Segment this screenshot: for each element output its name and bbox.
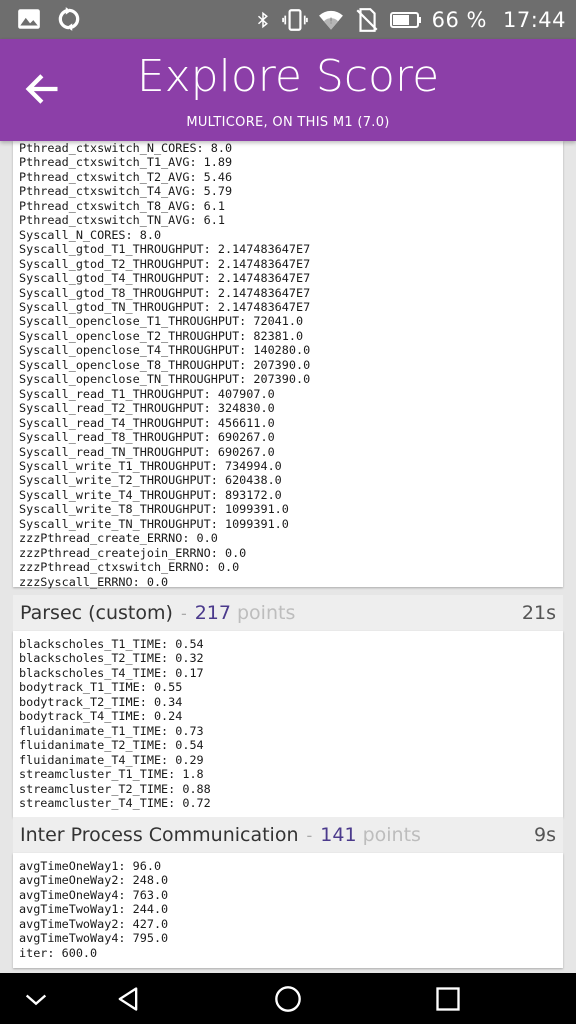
section-duration: 9s xyxy=(534,824,556,846)
result-line: blackscholes_T4_TIME: 0.17 xyxy=(19,665,204,680)
result-line: Pthread_ctxswitch_N_CORES: 8.0 xyxy=(19,141,233,155)
result-line: Syscall_openclose_T2_THROUGHPUT: 82381.0 xyxy=(19,328,304,343)
section-score: 217 xyxy=(194,602,231,624)
results-list: blackscholes_T1_TIME: 0.54 blackscholes_T… xyxy=(13,631,563,810)
result-line: zzzPthread_create_ERRNO: 0.0 xyxy=(19,531,218,546)
bluetooth-icon xyxy=(254,7,272,33)
result-line: bodytrack_T4_TIME: 0.24 xyxy=(19,709,183,724)
section-separator: - xyxy=(180,603,187,623)
section-title: Inter Process Communication xyxy=(20,824,299,846)
section-header-ipc[interactable]: Inter Process Communication - 141 points… xyxy=(13,817,563,853)
nav-back-button[interactable] xyxy=(114,985,142,1013)
result-line: blackscholes_T1_TIME: 0.54 xyxy=(19,637,204,651)
result-line: Syscall_read_T2_THROUGHPUT: 324830.0 xyxy=(19,401,275,416)
nav-down-icon xyxy=(25,994,47,1006)
result-line: Syscall_gtod_TN_THROUGHPUT: 2.147483647E… xyxy=(19,299,311,314)
result-line: Syscall_gtod_T2_THROUGHPUT: 2.147483647E… xyxy=(19,256,311,271)
result-line: Pthread_ctxswitch_T2_AVG: 5.46 xyxy=(19,169,233,184)
result-line: zzzSyscall_ERRNO: 0.0 xyxy=(19,574,169,589)
result-line: avgTimeTwoWay2: 427.0 xyxy=(19,916,169,931)
result-line: blackscholes_T2_TIME: 0.32 xyxy=(19,651,204,666)
result-line: Syscall_write_TN_THROUGHPUT: 1099391.0 xyxy=(19,516,289,531)
result-line: zzzPthread_ctxswitch_ERRNO: 0.0 xyxy=(19,560,240,575)
app-bar: Explore Score MULTICORE, ON THIS M1 (7.0… xyxy=(0,39,576,141)
no-sim-icon xyxy=(354,7,380,33)
result-line: fluidanimate_T2_TIME: 0.54 xyxy=(19,738,204,753)
result-line: Syscall_read_T8_THROUGHPUT: 690267.0 xyxy=(19,430,275,445)
battery-percent: 66 % xyxy=(431,8,487,32)
section-title: Parsec (custom) xyxy=(20,602,173,624)
result-line: Syscall_read_TN_THROUGHPUT: 690267.0 xyxy=(19,444,275,459)
results-list: Pthread_ctxswitch_N_CORES: 8.0 Pthread_ct… xyxy=(13,141,563,589)
result-line: Syscall_read_T4_THROUGHPUT: 456611.0 xyxy=(19,415,275,430)
result-line: streamcluster_T4_TIME: 0.72 xyxy=(19,795,211,810)
result-line: Syscall_write_T8_THROUGHPUT: 1099391.0 xyxy=(19,502,289,517)
result-line: Pthread_ctxswitch_TN_AVG: 6.1 xyxy=(19,213,225,228)
results-card-parsec: blackscholes_T1_TIME: 0.54 blackscholes_T… xyxy=(13,631,563,817)
result-line: Syscall_openclose_T8_THROUGHPUT: 207390.… xyxy=(19,357,311,372)
section-duration: 21s xyxy=(521,602,556,624)
svg-text:!: ! xyxy=(329,16,332,25)
section-score-unit: points xyxy=(362,824,421,846)
section-separator: - xyxy=(306,825,313,845)
nav-back-icon xyxy=(118,987,138,1011)
clock: 17:44 xyxy=(502,8,566,32)
nav-down-button[interactable] xyxy=(22,985,50,1013)
battery-icon xyxy=(389,7,422,33)
nav-home-icon xyxy=(275,986,301,1012)
result-line: Pthread_ctxswitch_T8_AVG: 6.1 xyxy=(19,198,225,213)
result-line: streamcluster_T1_TIME: 1.8 xyxy=(19,767,204,782)
result-line: avgTimeTwoWay1: 244.0 xyxy=(19,902,169,917)
wifi-icon: ! xyxy=(318,7,344,33)
vibrate-icon xyxy=(281,7,308,33)
result-line: bodytrack_T2_TIME: 0.34 xyxy=(19,694,183,709)
nav-recents-button[interactable] xyxy=(434,985,462,1013)
section-score: 141 xyxy=(320,824,357,846)
nav-home-button[interactable] xyxy=(274,985,302,1013)
result-line: Syscall_openclose_T4_THROUGHPUT: 140280.… xyxy=(19,343,311,358)
result-line: Syscall_gtod_T4_THROUGHPUT: 2.147483647E… xyxy=(19,271,311,286)
image-icon xyxy=(16,6,42,32)
result-line: avgTimeOneWay4: 763.0 xyxy=(19,887,169,902)
result-line: Syscall_openclose_T1_THROUGHPUT: 72041.0 xyxy=(19,314,304,329)
result-line: Syscall_read_T1_THROUGHPUT: 407907.0 xyxy=(19,386,275,401)
result-line: bodytrack_T1_TIME: 0.55 xyxy=(19,680,183,695)
result-line: zzzPthread_createjoin_ERRNO: 0.0 xyxy=(19,545,247,560)
navigation-bar xyxy=(0,973,576,1024)
results-card-ipc: avgTimeOneWay1: 96.0 avgTimeOneWay2: 248.… xyxy=(13,853,563,968)
result-line: Syscall_write_T2_THROUGHPUT: 620438.0 xyxy=(19,473,282,488)
results-card-multicore: Pthread_ctxswitch_N_CORES: 8.0 Pthread_ct… xyxy=(13,141,563,589)
result-line: Pthread_ctxswitch_T1_AVG: 1.89 xyxy=(19,155,233,170)
result-line: Pthread_ctxswitch_T4_AVG: 5.79 xyxy=(19,184,233,199)
page-title: Explore Score xyxy=(136,51,440,102)
results-list: avgTimeOneWay1: 96.0 avgTimeOneWay2: 248.… xyxy=(13,853,563,960)
result-line: Syscall_openclose_TN_THROUGHPUT: 207390.… xyxy=(19,372,311,387)
result-line: Syscall_N_CORES: 8.0 xyxy=(19,227,162,242)
result-line: streamcluster_T2_TIME: 0.88 xyxy=(19,781,211,796)
result-line: Syscall_gtod_T8_THROUGHPUT: 2.147483647E… xyxy=(19,285,311,300)
result-line: avgTimeOneWay1: 96.0 xyxy=(19,859,162,873)
result-line: Syscall_gtod_T1_THROUGHPUT: 2.147483647E… xyxy=(19,242,311,257)
section-score-unit: points xyxy=(236,602,296,624)
result-line: avgTimeOneWay2: 248.0 xyxy=(19,873,169,888)
sync-icon xyxy=(56,6,82,32)
page-subtitle: MULTICORE, ON THIS M1 (7.0) xyxy=(186,115,390,130)
result-line: iter: 600.0 xyxy=(19,945,98,960)
result-line: Syscall_write_T1_THROUGHPUT: 734994.0 xyxy=(19,458,282,473)
nav-recents-icon xyxy=(436,987,460,1011)
result-line: fluidanimate_T4_TIME: 0.29 xyxy=(19,752,204,767)
results-scroll-area[interactable]: Pthread_ctxswitch_N_CORES: 8.0 Pthread_ct… xyxy=(0,141,576,973)
result-line: avgTimeTwoWay4: 795.0 xyxy=(19,931,169,946)
section-header-parsec[interactable]: Parsec (custom) - 217 points 21s xyxy=(13,595,563,631)
status-bar: ! 66 % 17:44 xyxy=(0,0,576,39)
result-line: fluidanimate_T1_TIME: 0.73 xyxy=(19,723,204,738)
result-line: Syscall_write_T4_THROUGHPUT: 893172.0 xyxy=(19,487,282,502)
